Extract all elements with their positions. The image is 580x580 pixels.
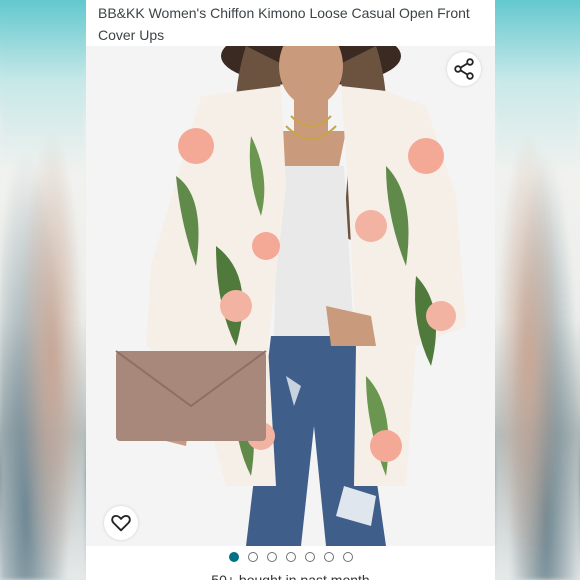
blurred-backdrop-left (0, 0, 86, 580)
purchase-count: 50+ bought in past month (211, 572, 370, 580)
image-pagination (86, 552, 495, 564)
blurred-backdrop-right (494, 0, 580, 580)
product-card: BB&KK Women's Chiffon Kimono Loose Casua… (86, 0, 495, 580)
product-image[interactable] (86, 46, 495, 546)
pagination-dot[interactable] (323, 552, 334, 562)
heart-icon (111, 515, 131, 532)
kimono-photo (86, 46, 495, 546)
pagination-dot[interactable] (304, 552, 315, 562)
share-icon (454, 58, 474, 80)
wishlist-button[interactable] (104, 506, 138, 540)
pagination-dot[interactable] (247, 552, 258, 562)
product-title[interactable]: BB&KK Women's Chiffon Kimono Loose Casua… (98, 2, 483, 46)
pagination-dot[interactable] (342, 552, 353, 562)
pagination-dot[interactable] (266, 552, 277, 562)
pagination-dot[interactable] (285, 552, 296, 562)
pagination-dot[interactable] (228, 552, 239, 562)
share-button[interactable] (447, 52, 481, 86)
